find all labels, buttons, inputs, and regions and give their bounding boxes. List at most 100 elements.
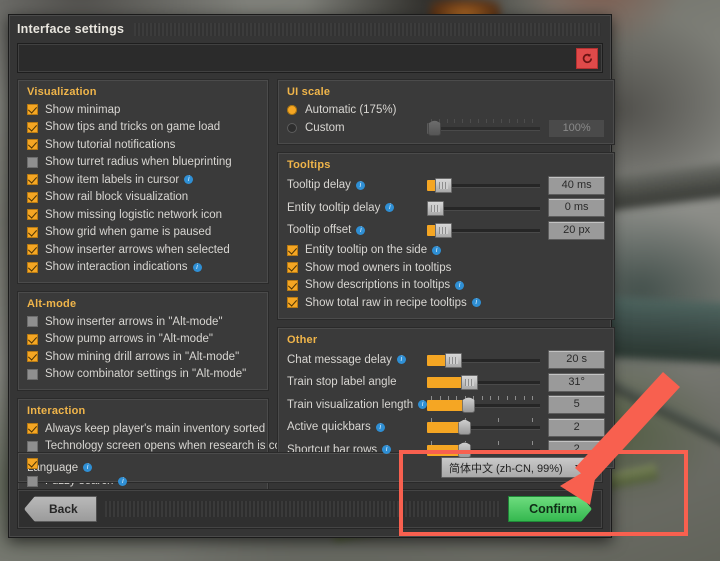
checkbox-label: Show grid when game is paused [45,226,212,239]
footer-filler [104,501,501,517]
checkbox-label: Show rail block visualization [45,191,189,204]
panel-tooltips: Tooltips Tooltip delay40 msEntity toolti… [277,152,616,320]
checkbox-checked-icon [27,209,38,221]
slider-label-group: Train visualization length [287,398,428,411]
checkbox-show-descriptions-in-tooltips[interactable]: Show descriptions in tooltips [287,277,605,295]
checkbox-checked-icon [27,351,38,363]
slider-row-train-stop-label-angle: Train stop label angle 31° [287,371,606,394]
language-info-icon[interactable] [83,463,93,472]
slider-value: 40 ms [548,175,606,195]
info-icon[interactable] [356,225,366,235]
checkbox-show-inserter-arrows-in-alt-mode[interactable]: Show inserter arrows in "Alt-mode" [27,313,259,331]
checkbox-show-tips-and-tricks-on-game-load[interactable]: Show tips and tricks on game load [27,119,259,137]
slider-label-group: Active quickbars [287,421,385,433]
info-icon[interactable] [432,245,442,255]
checkbox-label: Show total raw in recipe tooltips [305,296,467,309]
checkbox-always-keep-player-s-main-inventory-sorted[interactable]: Always keep player's main inventory sort… [27,420,265,438]
info-icon[interactable] [455,280,465,290]
section-heading-other: Other [287,333,318,346]
checkbox-show-rail-block-visualization[interactable]: Show rail block visualization [27,189,259,207]
info-icon[interactable] [396,355,406,365]
checkbox-unchecked-icon [27,316,38,328]
slider-handle[interactable] [435,178,453,194]
checkbox-show-item-labels-in-cursor[interactable]: Show item labels in cursor [27,171,259,189]
info-icon[interactable] [382,445,392,455]
slider-label-group: Train stop label angle [287,376,397,388]
slider-label: Train visualization length [287,398,414,411]
checkbox-label: Always keep player's main inventory sort… [45,422,266,435]
slider-handle[interactable] [461,375,479,391]
dialog-footer: Back Confirm [17,489,603,529]
checkbox-checked-icon [27,226,38,238]
info-icon[interactable] [184,175,194,185]
slider-value: 20 px [548,220,606,240]
checkbox-label: Show descriptions in tooltips [305,279,451,292]
checkbox-checked-icon [27,244,38,256]
checkbox-show-turret-radius-when-blueprinting[interactable]: Show turret radius when blueprinting [27,154,259,172]
checkbox-entity-tooltip-on-the-side[interactable]: Entity tooltip on the side [287,242,605,260]
panel-other: Other Chat message delay20 sTrain stop l… [277,326,616,469]
checkbox-checked-icon [287,297,298,309]
ui-scale-custom-label: Custom [305,122,345,134]
panel-ui-scale: UI scale Automatic (175%) Custom 100% [277,79,616,145]
ui-scale-custom-option[interactable]: Custom 100% [287,118,606,138]
back-button[interactable]: Back [24,496,97,522]
slider-value: 5 [548,395,606,415]
slider-value: 31° [548,372,606,392]
slider-handle[interactable] [435,223,453,239]
info-icon[interactable] [418,400,428,410]
slider-handle[interactable] [445,352,463,368]
visualization-checkbox-list: Show minimap Show tips and tricks on game… [27,101,259,276]
checkbox-show-mining-drill-arrows-in-alt-mode[interactable]: Show mining drill arrows in "Alt-mode" [27,348,259,366]
slider-value: 2 [548,417,606,437]
tooltips-checkbox-list: Entity tooltip on the side Show mod owner… [287,242,605,312]
panel-altmode: Alt-mode Show inserter arrows in "Alt-mo… [17,291,269,391]
other-slider-list: Chat message delay20 sTrain stop label a… [287,349,606,462]
page-title: Interface settings [17,22,125,36]
info-icon[interactable] [118,476,128,486]
reset-to-default-button[interactable] [576,47,598,69]
checkbox-show-mod-owners-in-tooltips[interactable]: Show mod owners in tooltips [287,259,605,277]
slider-handle[interactable] [427,200,445,216]
slider-track [427,127,541,130]
slider-label-group: Chat message delay [287,354,406,366]
checkbox-label: Show inserter arrows when selected [45,243,230,256]
info-icon[interactable] [375,422,385,432]
slider-label: Entity tooltip delay [287,201,381,214]
checkbox-label: Show mining drill arrows in "Alt-mode" [45,350,240,363]
checkbox-checked-icon [27,174,38,186]
checkbox-show-combinator-settings-in-alt-mode[interactable]: Show combinator settings in "Alt-mode" [27,366,259,384]
checkbox-label: Show pump arrows in "Alt-mode" [45,333,213,346]
info-icon[interactable] [471,298,481,308]
slider-control[interactable] [427,221,541,239]
ui-scale-automatic-option[interactable]: Automatic (175%) [287,101,605,119]
slider-control[interactable] [427,440,541,459]
slider-control[interactable] [427,119,541,137]
slider-label: Tooltip offset [287,224,352,237]
checkbox-checked-icon [27,104,38,116]
checkbox-show-grid-when-game-is-paused[interactable]: Show grid when game is paused [27,224,259,242]
checkbox-show-missing-logistic-network-icon[interactable]: Show missing logistic network icon [27,206,259,224]
checkbox-show-pump-arrows-in-alt-mode[interactable]: Show pump arrows in "Alt-mode" [27,331,259,349]
slider-control[interactable] [427,199,541,217]
info-icon[interactable] [192,262,202,272]
info-icon[interactable] [385,203,395,213]
checkbox-show-inserter-arrows-when-selected[interactable]: Show inserter arrows when selected [27,241,259,259]
slider-control[interactable] [427,176,541,194]
language-dropdown[interactable]: 简体中文 (zh-CN, 99%) [441,457,593,478]
slider-control[interactable] [427,351,541,369]
slider-control[interactable] [427,418,541,436]
checkbox-label: Show tutorial notifications [45,138,176,151]
titlebar-drag-handle[interactable] [134,22,601,36]
checkbox-show-interaction-indications[interactable]: Show interaction indications [27,259,259,277]
checkbox-checked-icon [27,139,38,151]
confirm-button[interactable]: Confirm [508,496,592,522]
checkbox-show-minimap[interactable]: Show minimap [27,101,259,119]
slider-control[interactable] [427,373,541,391]
slider-control[interactable] [427,395,541,414]
info-icon[interactable] [355,180,365,190]
checkbox-show-total-raw-in-recipe-tooltips[interactable]: Show total raw in recipe tooltips [287,294,605,312]
ui-scale-custom-value: 100% [548,118,606,138]
checkbox-show-tutorial-notifications[interactable]: Show tutorial notifications [27,136,259,154]
section-heading-visualization: Visualization [27,86,97,98]
